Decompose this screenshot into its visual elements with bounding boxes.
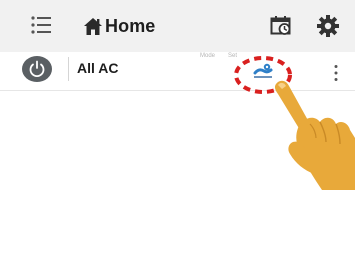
calendar-clock-icon[interactable] [270,15,292,36]
power-button[interactable] [22,56,52,82]
mode-column-header: Mode [200,53,216,59]
power-icon [29,60,45,78]
row-divider [68,57,69,81]
menu-icon[interactable] [30,15,52,35]
page-title: Home [83,14,155,38]
top-app-bar: Home [0,0,355,52]
hand-pointer-icon [274,80,355,190]
gear-icon[interactable] [316,14,340,38]
device-name: All AC [77,60,119,76]
page-title-text: Home [105,15,156,36]
home-icon [84,17,102,35]
app-screen: Home All AC Mode Set [0,0,355,257]
